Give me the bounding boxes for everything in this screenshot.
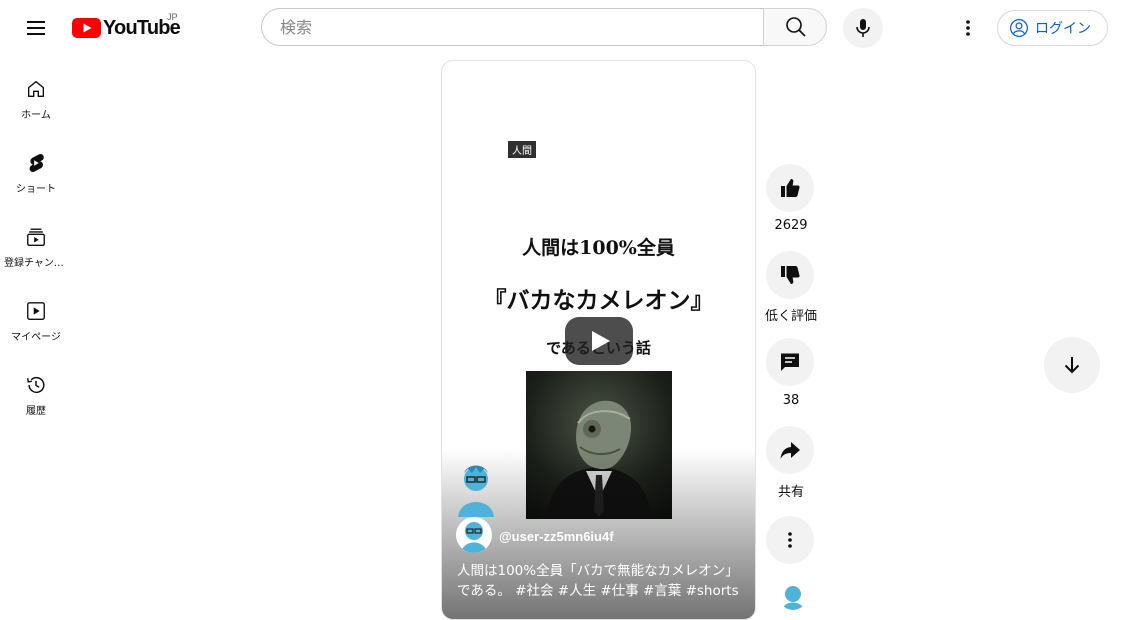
sidebar-item-you[interactable]: マイページ: [4, 286, 68, 356]
country-code: JP: [167, 12, 178, 22]
search-icon: [786, 17, 806, 37]
thumb-up-icon: [781, 179, 800, 197]
comment-icon: [781, 353, 799, 371]
sidebar-item-label: マイページ: [11, 332, 61, 343]
character-sticker: [454, 461, 498, 521]
sidebar-item-history[interactable]: 履歴: [4, 360, 68, 430]
share-button[interactable]: [766, 426, 814, 474]
youtube-play-logo-icon: [72, 18, 101, 38]
sidebar-item-home[interactable]: ホーム: [4, 64, 68, 134]
subscriptions-icon: [27, 228, 45, 246]
avatar-illustration: [461, 522, 487, 553]
hamburger-menu-button[interactable]: [20, 12, 52, 44]
next-short-button[interactable]: [1044, 337, 1100, 393]
home-icon: [27, 80, 45, 98]
more-actions-button[interactable]: [766, 516, 814, 564]
youtube-logo[interactable]: YouTube JP: [72, 12, 181, 40]
video-headline-line-2: 『バカなカメレオン』: [483, 287, 714, 314]
video-caption: 人間は100%全員「バカで無能なカメレオン」である。 #社会 #人生 #仕事 #…: [457, 563, 739, 599]
share-icon: [780, 442, 800, 459]
login-label: ログイン: [1035, 21, 1091, 37]
more-vert-icon: [788, 532, 792, 548]
share-label: 共有: [777, 485, 804, 500]
video-headline-line-1: 人間は100%全員: [522, 237, 675, 259]
history-icon: [27, 377, 45, 394]
account-circle-icon: [1010, 19, 1028, 37]
shorts-video-player[interactable]: 人間 人間は100%全員 『バカなカメレオン』 であるという話: [441, 60, 756, 620]
sidebar-item-label: ホーム: [21, 110, 51, 121]
arrow-down-icon: [1064, 357, 1080, 374]
dislike-button[interactable]: [766, 251, 814, 299]
sidebar-item-shorts[interactable]: ショート: [4, 138, 68, 208]
comments-button[interactable]: [766, 338, 814, 386]
comment-count: 38: [782, 393, 800, 408]
like-count: 2629: [774, 218, 808, 233]
login-button[interactable]: ログイン: [997, 10, 1108, 46]
thumb-down-icon: [781, 266, 800, 284]
sidebar-item-label: ショート: [16, 184, 56, 195]
channel-avatar[interactable]: [456, 517, 492, 553]
avatar-illustration: [782, 586, 804, 610]
shorts-icon: [29, 154, 44, 172]
microphone-icon: [856, 19, 870, 37]
menu-line: [27, 21, 45, 23]
search-box: [261, 8, 763, 46]
sidebar-item-label: 登録チャンネル: [4, 258, 68, 269]
sidebar-item-subscriptions[interactable]: 登録チャンネル: [4, 212, 68, 282]
channel-handle[interactable]: @user-zz5mn6iu4f: [499, 529, 614, 544]
sidebar-item-label: 履歴: [26, 406, 46, 417]
voice-search-button[interactable]: [843, 8, 883, 48]
search-input[interactable]: [278, 17, 752, 38]
top-bar: YouTube JP ログイン: [0, 0, 1124, 56]
dislike-label: 低く評価: [764, 309, 817, 324]
more-vert-icon: [966, 20, 970, 36]
video-frame-tag: 人間: [508, 141, 536, 158]
menu-line: [27, 33, 45, 35]
like-button[interactable]: [766, 164, 814, 212]
settings-more-button[interactable]: [952, 12, 984, 44]
channel-avatar-thumbnail[interactable]: [779, 582, 807, 610]
menu-line: [27, 27, 45, 29]
search-button[interactable]: [763, 8, 827, 46]
play-button[interactable]: [565, 317, 633, 365]
you-icon: [27, 302, 45, 320]
